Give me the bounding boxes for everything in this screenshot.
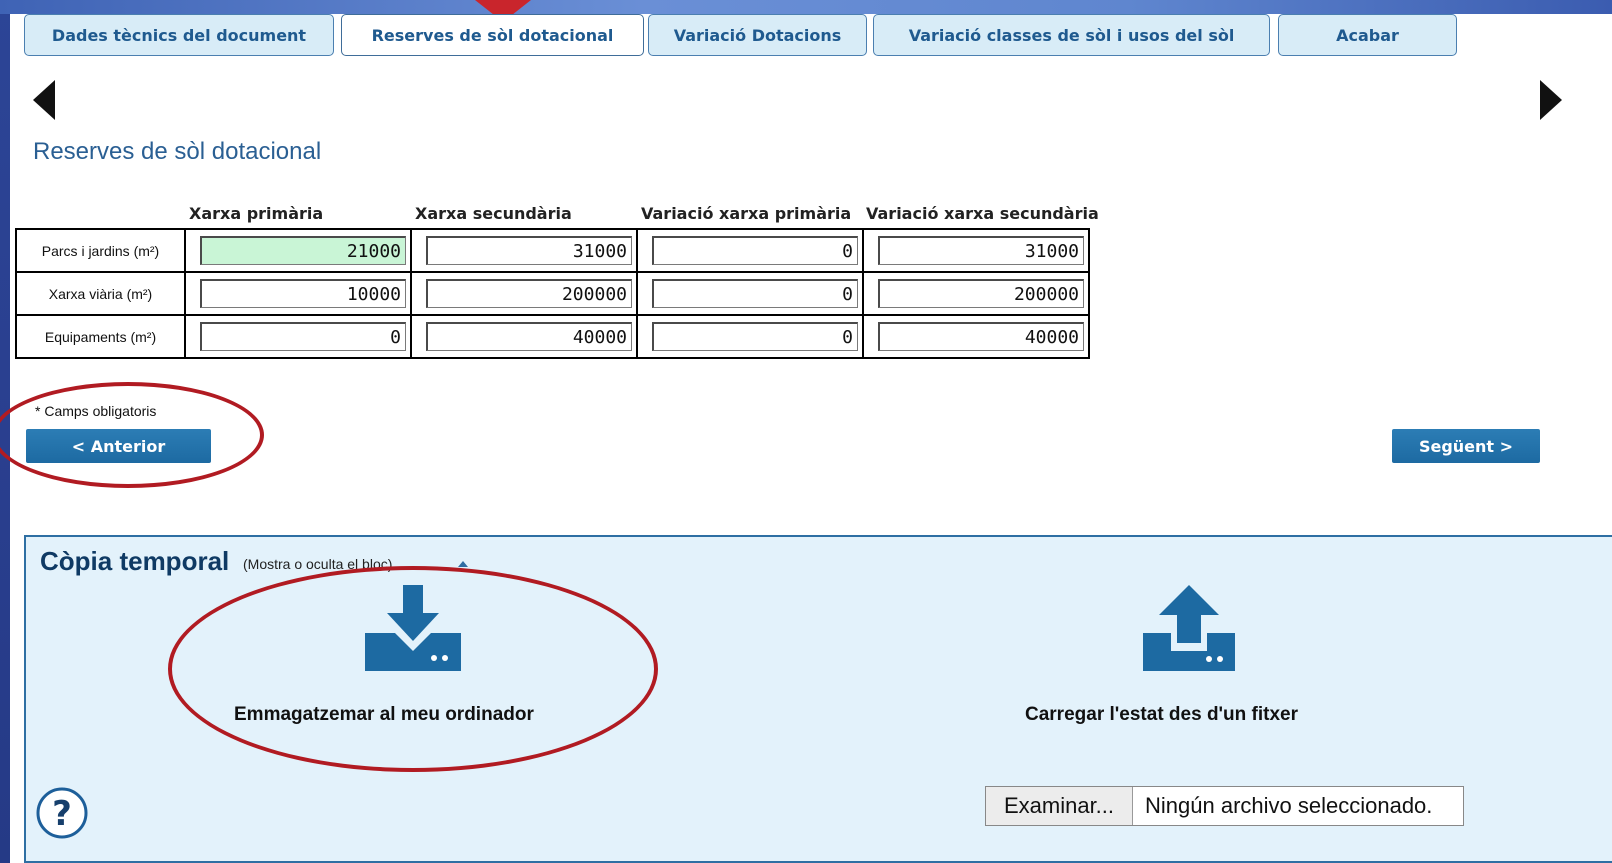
input-parcs-var-secundaria[interactable]: 31000 <box>878 236 1084 265</box>
copy-panel-title: Còpia temporal <box>40 546 230 576</box>
tab-dades-tecnics[interactable]: Dades tècnics del document <box>24 14 334 56</box>
svg-text:?: ? <box>52 794 72 834</box>
column-header: Xarxa secundària <box>415 204 572 223</box>
input-parcs-secundaria[interactable]: 31000 <box>426 236 632 265</box>
help-icon[interactable]: ? <box>36 787 88 839</box>
browse-button[interactable]: Examinar... <box>986 787 1133 825</box>
row-label: Parcs i jardins (m²) <box>15 228 186 273</box>
table-row: Parcs i jardins (m²) 21000 31000 0 31000 <box>15 228 1090 273</box>
copy-panel-toggle[interactable]: (Mostra o oculta el bloc) <box>243 556 392 572</box>
table-row: Equipaments (m²) 0 40000 0 40000 <box>15 314 1090 359</box>
next-arrow-icon[interactable] <box>1540 80 1562 120</box>
previous-button[interactable]: < Anterior <box>26 429 211 463</box>
column-header: Variació xarxa secundària <box>866 204 1099 223</box>
input-equip-primaria[interactable]: 0 <box>200 322 406 351</box>
input-parcs-primaria[interactable]: 21000 <box>200 236 406 265</box>
tab-variacio-dotacions[interactable]: Variació Dotacions <box>648 14 867 56</box>
input-viaria-var-primaria[interactable]: 0 <box>652 279 858 308</box>
input-parcs-var-primaria[interactable]: 0 <box>652 236 858 265</box>
save-to-computer-label[interactable]: Emmagatzemar al meu ordinador <box>234 704 534 726</box>
file-picker[interactable]: Examinar... Ningún archivo seleccionado. <box>985 786 1464 826</box>
next-button[interactable]: Següent > <box>1392 429 1540 463</box>
window-top-strip <box>0 0 1612 14</box>
input-viaria-primaria[interactable]: 10000 <box>200 279 406 308</box>
prev-arrow-icon[interactable] <box>33 80 55 120</box>
row-label: Equipaments (m²) <box>15 314 186 359</box>
upload-icon[interactable] <box>1143 585 1235 671</box>
column-header: Variació xarxa primària <box>641 204 852 223</box>
load-from-file-label: Carregar l'estat des d'un fitxer <box>1025 704 1299 725</box>
file-status-text: Ningún archivo seleccionado. <box>1145 793 1433 818</box>
input-equip-var-primaria[interactable]: 0 <box>652 322 858 351</box>
input-viaria-var-secundaria[interactable]: 200000 <box>878 279 1084 308</box>
column-header: Xarxa primària <box>189 204 324 223</box>
input-equip-var-secundaria[interactable]: 40000 <box>878 322 1084 351</box>
tab-acabar[interactable]: Acabar <box>1278 14 1457 56</box>
download-icon[interactable] <box>365 585 461 671</box>
collapse-caret-icon[interactable] <box>458 561 468 567</box>
reserves-table: Parcs i jardins (m²) 21000 31000 0 31000… <box>15 228 1090 359</box>
input-equip-secundaria[interactable]: 40000 <box>426 322 632 351</box>
input-viaria-secundaria[interactable]: 200000 <box>426 279 632 308</box>
section-title: Reserves de sòl dotacional <box>33 138 322 165</box>
mandatory-note: * Camps obligatoris <box>35 403 157 419</box>
tab-reserves-sol[interactable]: Reserves de sòl dotacional <box>341 14 644 56</box>
row-label: Xarxa viària (m²) <box>15 271 186 316</box>
table-row: Xarxa viària (m²) 10000 200000 0 200000 <box>15 271 1090 316</box>
tab-variacio-classes[interactable]: Variació classes de sòl i usos del sòl <box>873 14 1270 56</box>
